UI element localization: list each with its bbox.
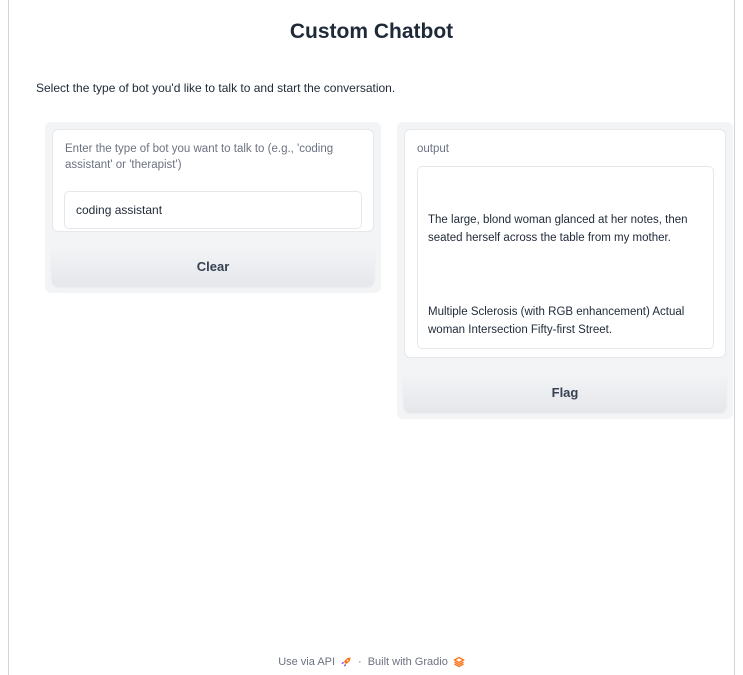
- output-paragraph: The large, blond woman glanced at her no…: [428, 214, 688, 244]
- input-panel: Enter the type of bot you want to talk t…: [45, 122, 381, 293]
- gradio-logo-icon: [452, 656, 465, 668]
- flag-button[interactable]: Flag: [404, 373, 726, 412]
- output-textbox[interactable]: The large, blond woman glanced at her no…: [417, 166, 714, 349]
- bot-type-label: Enter the type of bot you want to talk t…: [65, 143, 334, 171]
- output-label: output: [417, 143, 449, 155]
- bot-type-input[interactable]: [64, 191, 362, 229]
- built-with-gradio-label: Built with Gradio: [367, 656, 448, 668]
- footer: Use via API · Built with Gradio: [0, 656, 743, 668]
- output-paragraph: Multiple Sclerosis (with RGB enhancement…: [428, 306, 685, 336]
- footer-separator: ·: [358, 656, 362, 668]
- page-title: Custom Chatbot: [289, 20, 454, 43]
- page-description: Select the type of bot you'd like to tal…: [36, 81, 396, 95]
- rocket-icon: [341, 657, 351, 667]
- built-with-gradio-link[interactable]: Built with Gradio: [368, 656, 465, 668]
- use-via-api-link[interactable]: Use via API: [278, 656, 352, 668]
- clear-button[interactable]: Clear: [52, 247, 374, 286]
- use-via-api-label: Use via API: [278, 656, 336, 668]
- bot-type-block: Enter the type of bot you want to talk t…: [52, 129, 374, 232]
- app-frame: Custom Chatbot Select the type of bot yo…: [8, 0, 735, 675]
- output-block: output The large, blond woman glanced at…: [404, 129, 726, 358]
- output-panel: output The large, blond woman glanced at…: [397, 122, 733, 419]
